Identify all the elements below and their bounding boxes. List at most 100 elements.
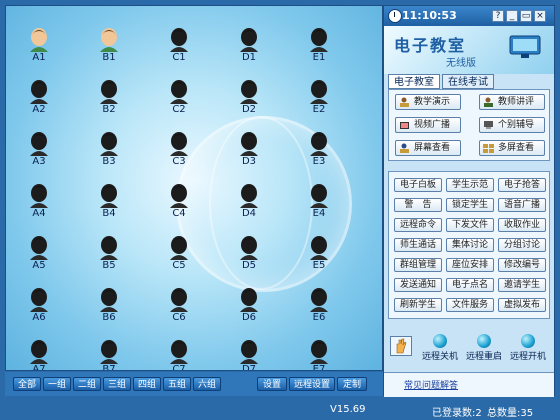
brand-subtitle: 无线版 — [446, 58, 476, 69]
multi-screen-view-button[interactable]: 多屏查看 — [479, 140, 545, 156]
student-seat[interactable]: C3 — [159, 130, 199, 174]
seat-label: B6 — [102, 312, 116, 323]
seat-label: C7 — [172, 364, 186, 371]
student-seat[interactable]: A2 — [19, 78, 59, 122]
group-button-3[interactable]: 三组 — [103, 377, 131, 391]
student-seat[interactable]: D7 — [229, 338, 269, 370]
command-button[interactable]: 修改编号 — [498, 258, 546, 272]
minimize-button[interactable]: _ — [506, 10, 518, 22]
command-button[interactable]: 发送通知 — [394, 278, 442, 292]
student-seat[interactable]: C1 — [159, 26, 199, 70]
student-seat[interactable]: A3 — [19, 130, 59, 174]
video-broadcast-button[interactable]: 视频广播 — [395, 117, 461, 133]
command-button[interactable]: 文件服务 — [446, 298, 494, 312]
student-seat[interactable]: A4 — [19, 182, 59, 226]
student-offline-icon — [310, 28, 328, 52]
command-button[interactable]: 锁定学生 — [446, 198, 494, 212]
student-seat[interactable]: A5 — [19, 234, 59, 278]
student-seat[interactable]: D6 — [229, 286, 269, 330]
screen-view-button[interactable]: 屏幕查看 — [395, 140, 461, 156]
seat-label: A6 — [32, 312, 46, 323]
student-seat[interactable]: B4 — [89, 182, 129, 226]
student-seat[interactable]: D2 — [229, 78, 269, 122]
remote-restart-button[interactable]: 远程重启 — [462, 334, 506, 362]
tab-classroom[interactable]: 电子教室 — [388, 74, 440, 89]
schedule-button[interactable]: 定制 — [337, 377, 367, 391]
command-button[interactable]: 座位安排 — [446, 258, 494, 272]
settings-button[interactable]: 设置 — [257, 377, 287, 391]
tutor-icon — [484, 121, 493, 129]
command-button[interactable]: 刷新学生 — [394, 298, 442, 312]
help-button[interactable]: ? — [492, 10, 504, 22]
command-button[interactable]: 群组管理 — [394, 258, 442, 272]
student-seat[interactable]: D5 — [229, 234, 269, 278]
group-button-all[interactable]: 全部 — [13, 377, 41, 391]
student-seat[interactable]: C4 — [159, 182, 199, 226]
remote-shutdown-icon — [433, 334, 447, 348]
student-seat[interactable]: B6 — [89, 286, 129, 330]
student-seat[interactable]: E6 — [299, 286, 339, 330]
remote-settings-button[interactable]: 远程设置 — [289, 377, 335, 391]
tab-online-exam[interactable]: 在线考试 — [442, 74, 494, 89]
group-button-4[interactable]: 四组 — [133, 377, 161, 391]
student-seat[interactable]: E5 — [299, 234, 339, 278]
remote-poweron-button[interactable]: 远程开机 — [506, 334, 550, 362]
teaching-demo-button[interactable]: 教学演示 — [395, 94, 461, 110]
seat-label: C3 — [172, 156, 186, 167]
seat-area: A1 B1 C1 D1 E1 A2 B2 C2 D2 E2 A3 B3 C3 D3 E3 A4 B4 C4 D4 E4… — [5, 5, 383, 371]
close-button[interactable]: × — [534, 10, 546, 22]
student-seat[interactable]: B5 — [89, 234, 129, 278]
remote-shutdown-button[interactable]: 远程关机 — [418, 334, 462, 362]
command-button[interactable]: 电子抢答 — [498, 178, 546, 192]
student-seat[interactable]: A7 — [19, 338, 59, 370]
command-button[interactable]: 警 告 — [394, 198, 442, 212]
group-button-5[interactable]: 五组 — [163, 377, 191, 391]
student-seat[interactable]: C7 — [159, 338, 199, 371]
student-seat[interactable]: B2 — [89, 78, 129, 122]
command-button[interactable]: 虚拟发布 — [498, 298, 546, 312]
command-button[interactable]: 学生示范 — [446, 178, 494, 192]
group-button-6[interactable]: 六组 — [193, 377, 221, 391]
student-seat[interactable]: A1 — [19, 26, 59, 70]
raise-hand-button[interactable] — [390, 336, 412, 356]
command-button[interactable]: 邀请学生 — [498, 278, 546, 292]
student-seat[interactable]: C6 — [159, 286, 199, 330]
restore-button[interactable]: ▭ — [520, 10, 532, 22]
student-online-icon — [100, 28, 118, 52]
student-seat[interactable]: A6 — [19, 286, 59, 330]
student-seat[interactable]: E4 — [299, 182, 339, 226]
faq-area: 常见问题解答 — [384, 372, 554, 397]
student-seat[interactable]: B3 — [89, 130, 129, 174]
video-icon — [400, 122, 409, 129]
student-seat[interactable]: E1 — [299, 26, 339, 70]
student-seat[interactable]: D3 — [229, 130, 269, 174]
command-box: 电子白板 学生示范 电子抢答警 告锁定学生 语音广播远程命令 下发文件 收取作业师生通话集… — [388, 171, 550, 319]
student-seat[interactable]: C2 — [159, 78, 199, 122]
student-seat[interactable]: E3 — [299, 130, 339, 174]
command-button[interactable]: 师生通话 — [394, 238, 442, 252]
group-button-2[interactable]: 二组 — [73, 377, 101, 391]
command-button[interactable]: 收取作业 — [498, 218, 546, 232]
student-seat[interactable]: D1 — [229, 26, 269, 70]
student-seat[interactable]: E2 — [299, 78, 339, 122]
command-button[interactable]: 集体讨论 — [446, 238, 494, 252]
seat-label: D4 — [241, 208, 257, 219]
teacher-review-button[interactable]: 教师讲评 — [479, 94, 545, 110]
command-button[interactable]: 电子点名 — [446, 278, 494, 292]
command-button[interactable]: 分组讨论 — [498, 238, 546, 252]
command-button[interactable]: 语音广播 — [498, 198, 546, 212]
command-button[interactable]: 下发文件 — [446, 218, 494, 232]
group-button-1[interactable]: 一组 — [43, 377, 71, 391]
student-seat[interactable]: D4 — [229, 182, 269, 226]
student-seat[interactable]: B7 — [89, 338, 129, 371]
student-seat[interactable]: E7 — [299, 338, 339, 370]
command-button[interactable]: 远程命令 — [394, 218, 442, 232]
seat-label: B7 — [102, 364, 116, 371]
command-button[interactable]: 电子白板 — [394, 178, 442, 192]
student-seat[interactable]: C5 — [159, 234, 199, 278]
seat-label: B5 — [102, 260, 116, 271]
student-seat[interactable]: B1 — [89, 26, 129, 70]
individual-tutor-button[interactable]: 个别辅导 — [479, 117, 545, 133]
faq-link[interactable]: 常见问题解答 — [404, 378, 458, 391]
student-offline-icon — [30, 340, 48, 364]
